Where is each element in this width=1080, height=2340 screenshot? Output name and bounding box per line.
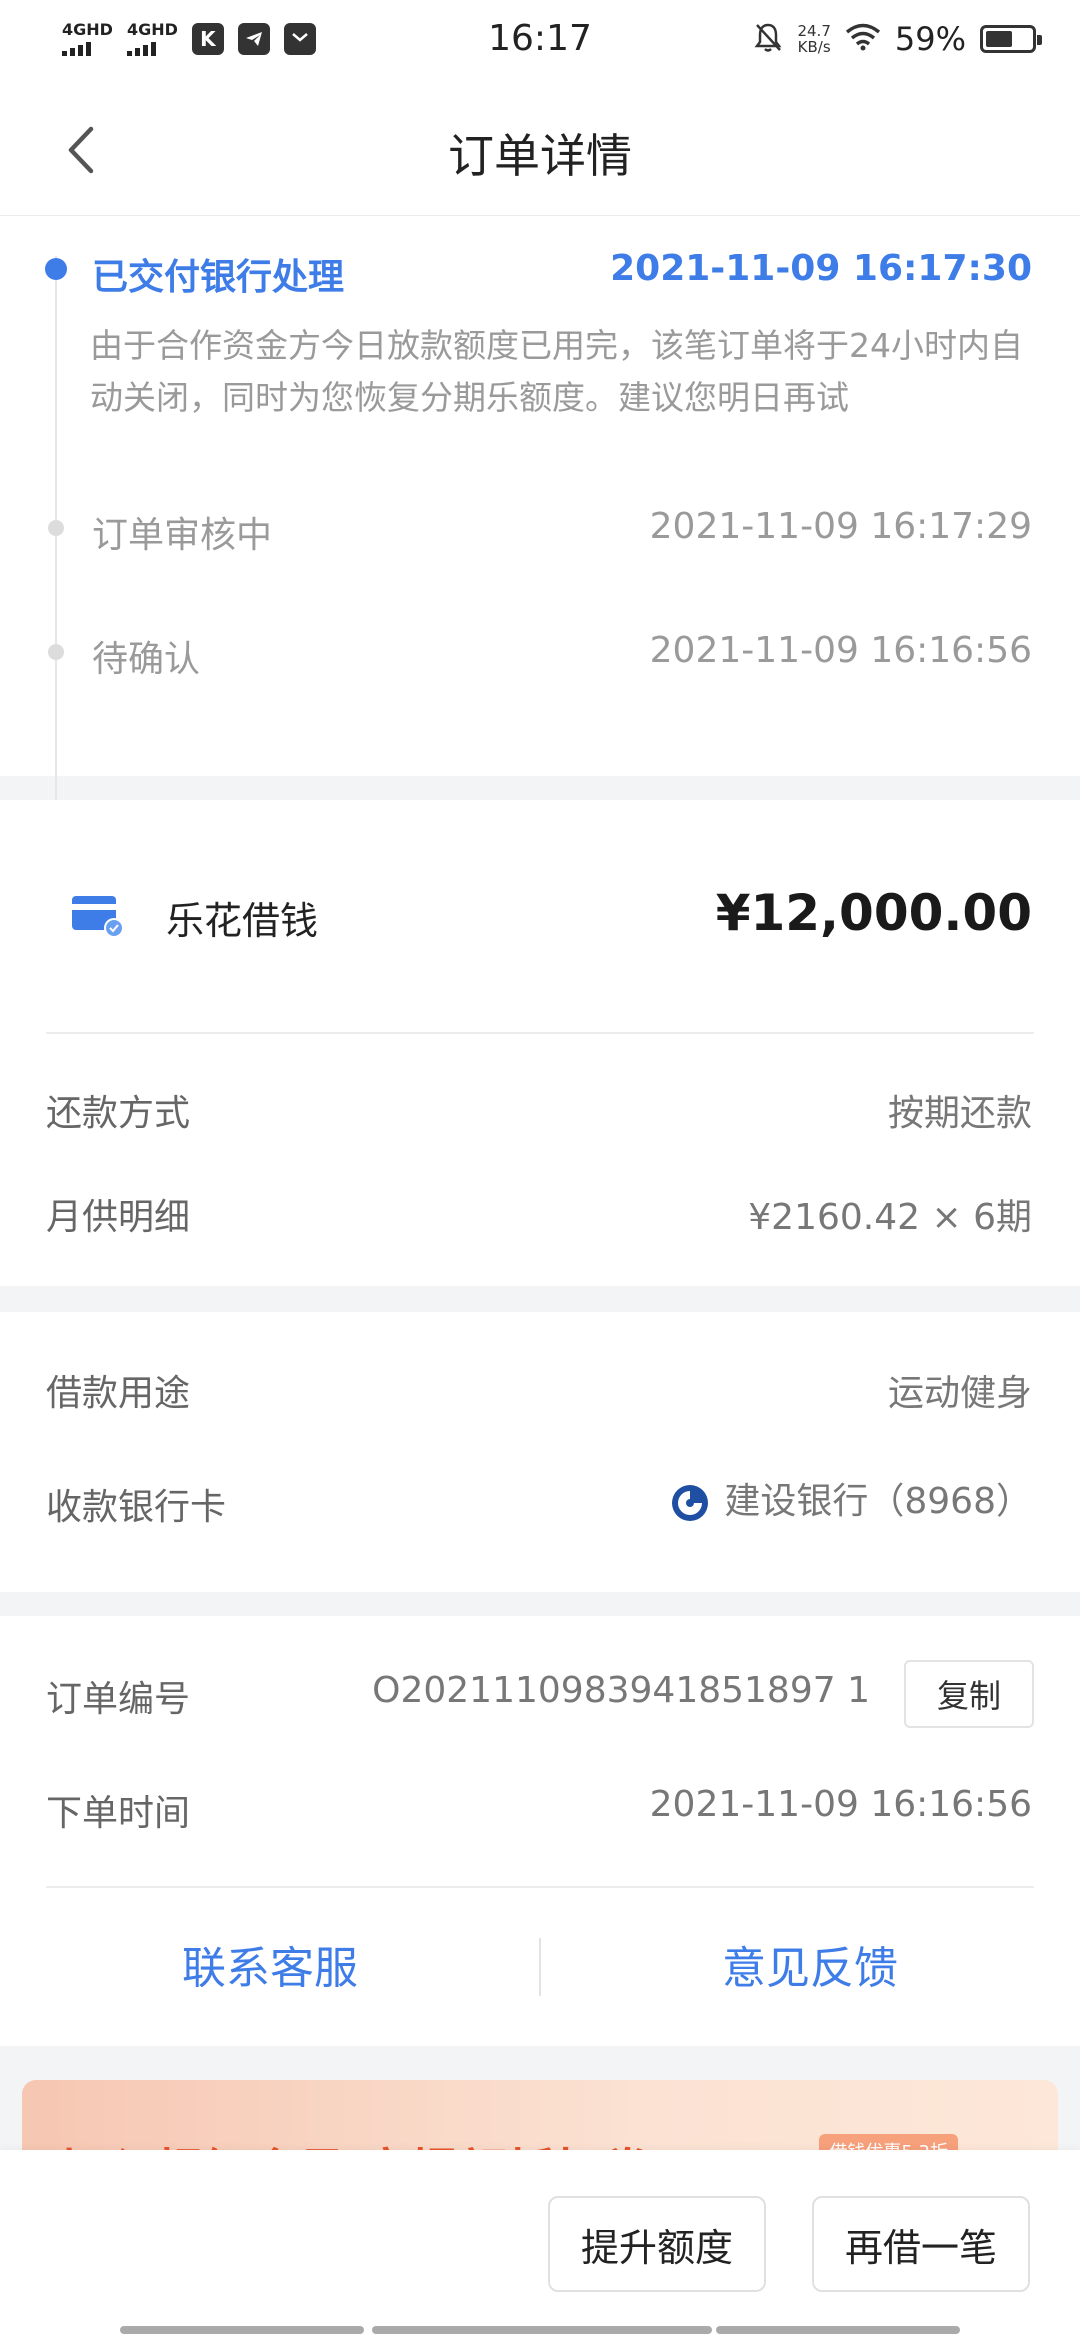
gesture-bar — [372, 2326, 712, 2334]
speed-unit: KB/s — [797, 38, 831, 56]
speed-value: 24.7 — [797, 22, 831, 40]
order-number-value: O2021110983941851897 1 — [372, 1670, 870, 1711]
monthly-payment-label: 月供明细 — [46, 1197, 191, 1238]
order-number-label: 订单编号 — [46, 1679, 191, 1720]
timeline-status: 已交付银行处理 — [92, 257, 345, 298]
mute-bell-icon — [753, 21, 783, 57]
monthly-payment-value: ¥2160.42 × 6期 — [748, 1197, 1032, 1238]
order-status-timeline: 已交付银行处理 2021-11-09 16:17:30 由于合作资金方今日放款额… — [0, 216, 1080, 856]
timeline-time: 2021-11-09 16:17:30 — [610, 248, 1032, 289]
order-time-value: 2021-11-09 16:16:56 — [649, 1784, 1032, 1825]
loan-purpose-value: 运动健身 — [887, 1373, 1032, 1414]
borrow-again-button[interactable]: 再借一笔 — [812, 2196, 1030, 2292]
gesture-bar — [716, 2326, 960, 2334]
loan-summary-card: 乐花借钱 ¥12,000.00 还款方式 按期还款 月供明细 ¥2160.42 … — [0, 800, 1080, 1286]
battery-icon — [980, 25, 1042, 53]
loan-purpose-card: 借款用途 运动健身 收款银行卡 建设银行（8968） — [0, 1312, 1080, 1592]
raise-limit-button[interactable]: 提升额度 — [548, 2196, 766, 2292]
page-title: 订单详情 — [448, 129, 632, 183]
network-speed: 24.7 KB/s — [797, 23, 830, 55]
loan-purpose-label: 借款用途 — [46, 1373, 191, 1414]
status-right: 24.7 KB/s 59% — [753, 20, 1042, 58]
timeline-dot — [48, 520, 64, 536]
contact-service-button[interactable]: 联系客服 — [0, 1932, 540, 1996]
nav-bar: 订单详情 — [0, 84, 1080, 216]
order-time-label: 下单时间 — [46, 1793, 191, 1834]
timeline-time: 2021-11-09 16:17:29 — [649, 506, 1032, 547]
battery-percent: 59% — [894, 20, 966, 58]
bottom-action-bar: 提升额度 再借一笔 — [0, 2150, 1080, 2340]
ccb-bank-logo-icon — [672, 1485, 709, 1521]
bank-card-label: 收款银行卡 — [46, 1487, 227, 1528]
timeline-line — [55, 256, 57, 856]
bank-card-name: 建设银行（8968） — [724, 1481, 1032, 1522]
timeline-dot-active — [45, 258, 67, 280]
order-info-card: 订单编号 O2021110983941851897 1 复制 下单时间 2021… — [0, 1616, 1080, 2046]
wifi-icon — [845, 23, 881, 55]
product-name: 乐花借钱 — [166, 899, 319, 943]
status-bar: 4GHD 4GHD K 16:17 24.7 KB/s 59% — [0, 0, 1080, 84]
timeline-status: 待确认 — [92, 639, 201, 680]
timeline-status: 订单审核中 — [92, 515, 273, 556]
timeline-time: 2021-11-09 16:16:56 — [649, 630, 1032, 671]
bank-card-value: 建设银行（8968） — [670, 1472, 1032, 1524]
repayment-method-label: 还款方式 — [46, 1093, 191, 1134]
loan-amount: ¥12,000.00 — [715, 884, 1032, 942]
copy-button[interactable]: 复制 — [904, 1660, 1034, 1728]
repayment-method-value: 按期还款 — [887, 1093, 1032, 1134]
feedback-button[interactable]: 意见反馈 — [540, 1932, 1080, 1996]
divider — [46, 1032, 1034, 1034]
gesture-bar — [120, 2326, 364, 2334]
divider — [46, 1886, 1034, 1888]
timeline-dot — [48, 644, 64, 660]
credit-card-icon — [72, 896, 124, 938]
timeline-description: 由于合作资金方今日放款额度已用完，该笔订单将于24小时内自动关闭，同时为您恢复分… — [90, 326, 1023, 417]
